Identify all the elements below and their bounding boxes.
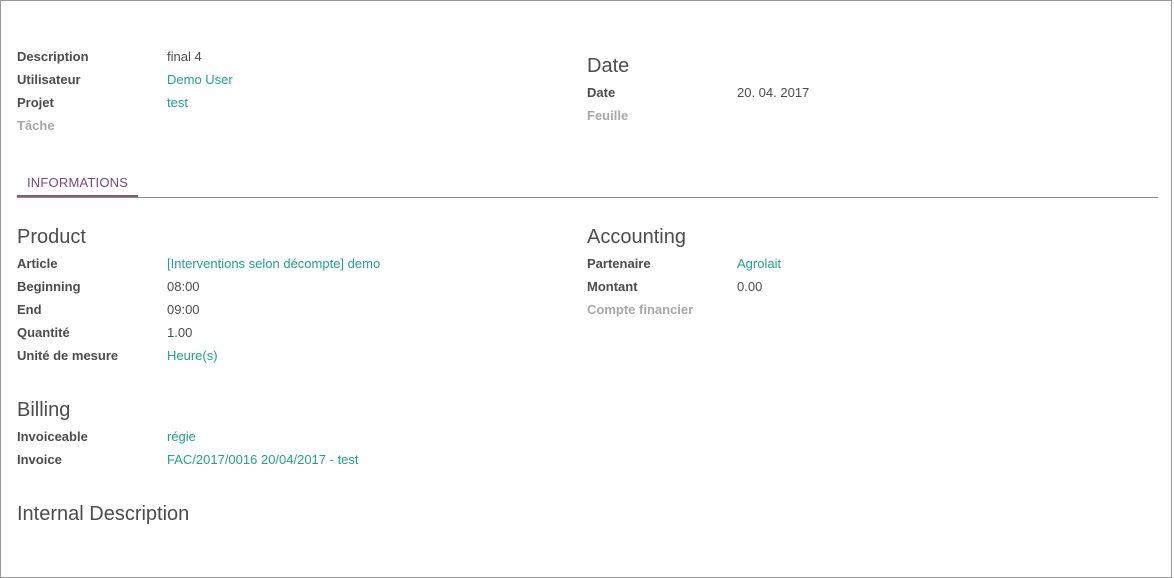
field-label: Feuille <box>587 108 629 123</box>
field-row-invoice: Invoice FAC/2017/0016 20/04/2017 - test <box>17 448 557 471</box>
field-label: Partenaire <box>587 256 651 271</box>
amount-field[interactable]: 0.00 <box>737 275 762 298</box>
field-row-beginning: Beginning 08:00 <box>17 275 557 298</box>
date-group: Date Date 20. 04. 2017 Feuille <box>587 54 1147 127</box>
field-row-partner: Partenaire Agrolait <box>587 252 1147 275</box>
internal-description-title: Internal Description <box>17 503 190 525</box>
product-group: Product Article [Interventions selon déc… <box>17 225 557 367</box>
field-label: Tâche <box>17 118 55 133</box>
field-row-invoiceable: Invoiceable régie <box>17 425 557 448</box>
field-label: Date <box>587 85 616 100</box>
field-label: End <box>17 302 42 317</box>
field-row-amount: Montant 0.00 <box>587 275 1147 298</box>
uom-link[interactable]: Heure(s) <box>167 344 218 367</box>
billing-group-title: Billing <box>17 399 71 421</box>
field-label: Article <box>17 256 58 271</box>
accounting-group-title: Accounting <box>587 226 686 248</box>
header-left-group: Description final 4 Utilisateur Demo Use… <box>17 45 557 137</box>
description-field[interactable]: final 4 <box>167 45 202 68</box>
billing-group: Billing Invoiceable régie Invoice FAC/20… <box>17 398 557 471</box>
accounting-group: Accounting Partenaire Agrolait Montant 0… <box>587 225 1147 321</box>
end-field[interactable]: 09:00 <box>167 298 200 321</box>
tab-informations[interactable]: INFORMATIONS <box>17 171 139 197</box>
date-field[interactable]: 20. 04. 2017 <box>737 81 809 104</box>
field-label: Montant <box>587 279 638 294</box>
field-row-sheet: Feuille <box>587 104 1147 127</box>
field-row-user: Utilisateur Demo User <box>17 68 557 91</box>
field-label: Projet <box>17 95 54 110</box>
field-row-end: End 09:00 <box>17 298 557 321</box>
invoiceable-link[interactable]: régie <box>167 425 196 448</box>
notebook-tabs: INFORMATIONS <box>17 171 1158 198</box>
user-link[interactable]: Demo User <box>167 68 233 91</box>
field-row-article: Article [Interventions selon décompte] d… <box>17 252 557 275</box>
field-label: Beginning <box>17 279 81 294</box>
field-row-financial-account: Compte financier <box>587 298 1147 321</box>
field-row-date: Date 20. 04. 2017 <box>587 81 1147 104</box>
quantity-field[interactable]: 1.00 <box>167 321 192 344</box>
invoice-link[interactable]: FAC/2017/0016 20/04/2017 - test <box>167 448 359 471</box>
field-label: Unité de mesure <box>17 348 119 363</box>
form-sheet: Description final 4 Utilisateur Demo Use… <box>0 0 1172 578</box>
field-row-task: Tâche <box>17 114 557 137</box>
partner-link[interactable]: Agrolait <box>737 252 781 275</box>
date-group-title: Date <box>587 55 630 77</box>
article-link[interactable]: [Interventions selon décompte] demo <box>167 252 380 275</box>
field-label: Invoiceable <box>17 429 88 444</box>
field-row-description: Description final 4 <box>17 45 557 68</box>
internal-description-group: Internal Description <box>17 502 1157 529</box>
field-label: Description <box>17 49 89 64</box>
field-row-quantity: Quantité 1.00 <box>17 321 557 344</box>
field-label: Compte financier <box>587 302 694 317</box>
project-link[interactable]: test <box>167 91 188 114</box>
product-group-title: Product <box>17 226 86 248</box>
field-label: Quantité <box>17 325 70 340</box>
field-label: Invoice <box>17 452 62 467</box>
field-row-uom: Unité de mesure Heure(s) <box>17 344 557 367</box>
field-label: Utilisateur <box>17 72 81 87</box>
beginning-field[interactable]: 08:00 <box>167 275 200 298</box>
field-row-project: Projet test <box>17 91 557 114</box>
